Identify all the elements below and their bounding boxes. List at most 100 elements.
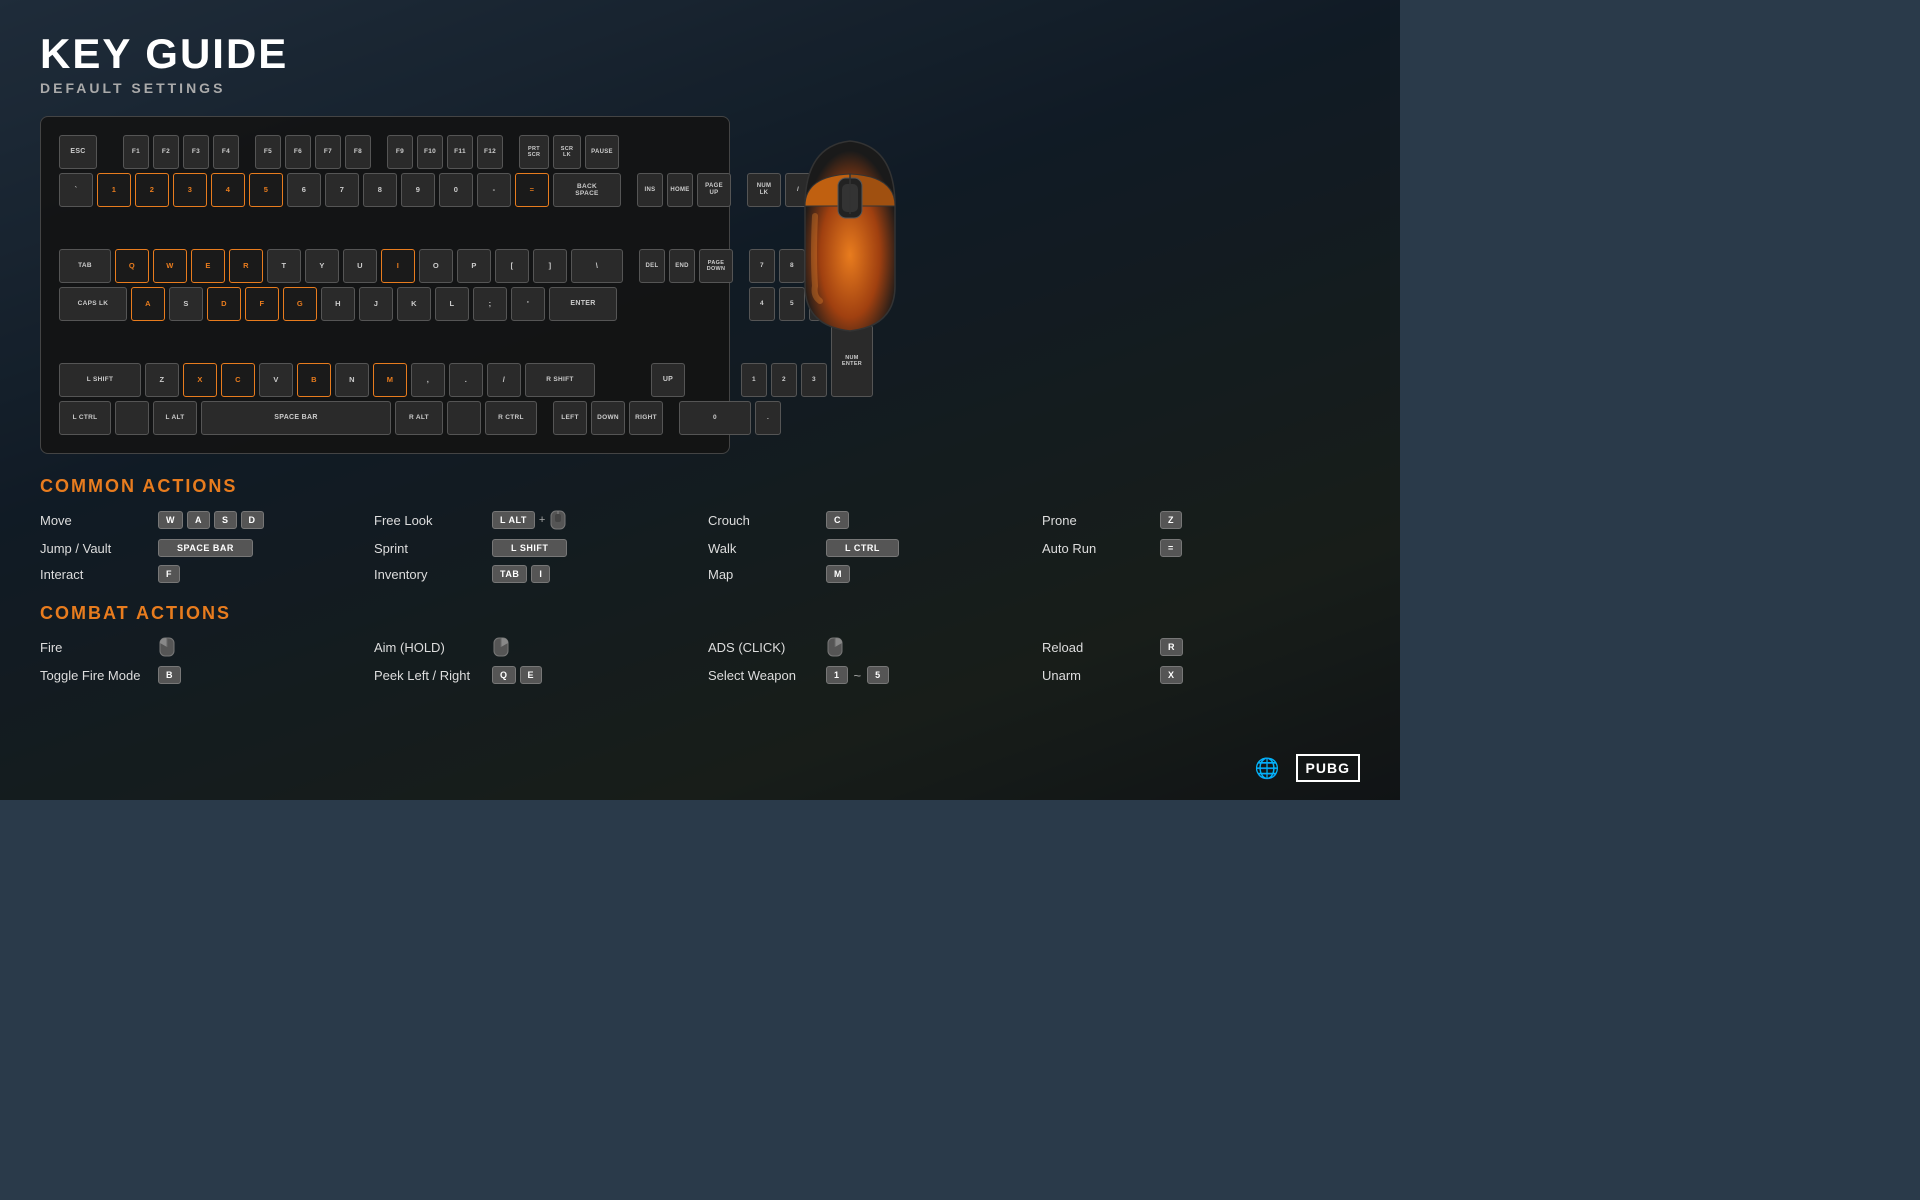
- key-i[interactable]: I: [381, 249, 415, 283]
- key-scrlk[interactable]: SCRLK: [553, 135, 581, 169]
- key-num0[interactable]: 0: [679, 401, 751, 435]
- key-slash[interactable]: /: [487, 363, 521, 397]
- key-5[interactable]: 5: [249, 173, 283, 207]
- key-j[interactable]: J: [359, 287, 393, 321]
- key-f5[interactable]: F5: [255, 135, 281, 169]
- key-k[interactable]: K: [397, 287, 431, 321]
- key-capslk[interactable]: CAPS LK: [59, 287, 127, 321]
- key-f8[interactable]: F8: [345, 135, 371, 169]
- key-numdot[interactable]: .: [755, 401, 781, 435]
- key-home[interactable]: HOME: [667, 173, 693, 207]
- key-equals[interactable]: =: [515, 173, 549, 207]
- key-x[interactable]: X: [183, 363, 217, 397]
- key-lshift[interactable]: L SHIFT: [59, 363, 141, 397]
- key-backspace[interactable]: BACKSPACE: [553, 173, 621, 207]
- key-9[interactable]: 9: [401, 173, 435, 207]
- key-quote[interactable]: ': [511, 287, 545, 321]
- key-semicolon[interactable]: ;: [473, 287, 507, 321]
- key-prtscr[interactable]: PRTSCR: [519, 135, 549, 169]
- key-lbracket[interactable]: [: [495, 249, 529, 283]
- key-up[interactable]: UP: [651, 363, 685, 397]
- key-r[interactable]: R: [229, 249, 263, 283]
- key-0[interactable]: 0: [439, 173, 473, 207]
- key-badge-w: W: [158, 511, 183, 529]
- key-del[interactable]: DEL: [639, 249, 665, 283]
- key-c[interactable]: C: [221, 363, 255, 397]
- key-e[interactable]: E: [191, 249, 225, 283]
- action-walk-keys: L CTRL: [826, 539, 899, 557]
- key-f1[interactable]: F1: [123, 135, 149, 169]
- key-left[interactable]: LEFT: [553, 401, 587, 435]
- key-badge-b: B: [158, 666, 181, 684]
- key-m[interactable]: M: [373, 363, 407, 397]
- key-f3[interactable]: F3: [183, 135, 209, 169]
- key-num2[interactable]: 2: [771, 363, 797, 397]
- key-backslash[interactable]: \: [571, 249, 623, 283]
- key-enter[interactable]: ENTER: [549, 287, 617, 321]
- key-8[interactable]: 8: [363, 173, 397, 207]
- key-num3[interactable]: 3: [801, 363, 827, 397]
- key-f7[interactable]: F7: [315, 135, 341, 169]
- key-pageup[interactable]: PAGEUP: [697, 173, 731, 207]
- key-rbracket[interactable]: ]: [533, 249, 567, 283]
- key-ralt[interactable]: R ALT: [395, 401, 443, 435]
- key-q[interactable]: Q: [115, 249, 149, 283]
- key-num1[interactable]: 1: [741, 363, 767, 397]
- key-pause[interactable]: PAUSE: [585, 135, 619, 169]
- key-down[interactable]: DOWN: [591, 401, 625, 435]
- key-f9[interactable]: F9: [387, 135, 413, 169]
- key-rshift[interactable]: R SHIFT: [525, 363, 595, 397]
- key-esc[interactable]: ESC: [59, 135, 97, 169]
- key-z[interactable]: Z: [145, 363, 179, 397]
- key-2[interactable]: 2: [135, 173, 169, 207]
- key-comma[interactable]: ,: [411, 363, 445, 397]
- key-d[interactable]: D: [207, 287, 241, 321]
- key-6[interactable]: 6: [287, 173, 321, 207]
- key-g[interactable]: G: [283, 287, 317, 321]
- key-f6[interactable]: F6: [285, 135, 311, 169]
- key-3[interactable]: 3: [173, 173, 207, 207]
- key-f4[interactable]: F4: [213, 135, 239, 169]
- key-ins[interactable]: INS: [637, 173, 663, 207]
- key-s[interactable]: S: [169, 287, 203, 321]
- key-right[interactable]: RIGHT: [629, 401, 663, 435]
- key-lctrl[interactable]: L CTRL: [59, 401, 111, 435]
- key-minus[interactable]: -: [477, 173, 511, 207]
- key-f[interactable]: F: [245, 287, 279, 321]
- key-o[interactable]: O: [419, 249, 453, 283]
- key-1[interactable]: 1: [97, 173, 131, 207]
- action-aim-label: Aim (HOLD): [374, 640, 484, 655]
- key-f2[interactable]: F2: [153, 135, 179, 169]
- key-t[interactable]: T: [267, 249, 301, 283]
- key-7[interactable]: 7: [325, 173, 359, 207]
- key-rctrl[interactable]: R CTRL: [485, 401, 537, 435]
- key-badge-lalt: L ALT: [492, 511, 535, 529]
- key-lwin[interactable]: [115, 401, 149, 435]
- key-tab[interactable]: TAB: [59, 249, 111, 283]
- action-weapon-keys: 1 ~ 5: [826, 666, 889, 684]
- action-fire-keys: [158, 636, 176, 658]
- key-period[interactable]: .: [449, 363, 483, 397]
- key-p[interactable]: P: [457, 249, 491, 283]
- key-spacebar[interactable]: SPACE BAR: [201, 401, 391, 435]
- key-y[interactable]: Y: [305, 249, 339, 283]
- key-rwin[interactable]: [447, 401, 481, 435]
- key-a[interactable]: A: [131, 287, 165, 321]
- key-f11[interactable]: F11: [447, 135, 473, 169]
- key-h[interactable]: H: [321, 287, 355, 321]
- key-end[interactable]: END: [669, 249, 695, 283]
- key-w[interactable]: W: [153, 249, 187, 283]
- key-4[interactable]: 4: [211, 173, 245, 207]
- key-l[interactable]: L: [435, 287, 469, 321]
- key-f10[interactable]: F10: [417, 135, 443, 169]
- action-autorun-keys: =: [1160, 539, 1182, 557]
- key-u[interactable]: U: [343, 249, 377, 283]
- key-v[interactable]: V: [259, 363, 293, 397]
- key-pagedown[interactable]: PAGEDOWN: [699, 249, 733, 283]
- key-lalt[interactable]: L ALT: [153, 401, 197, 435]
- key-f12[interactable]: F12: [477, 135, 503, 169]
- key-b[interactable]: B: [297, 363, 331, 397]
- key-backtick[interactable]: `: [59, 173, 93, 207]
- key-n[interactable]: N: [335, 363, 369, 397]
- key-badge-e: E: [520, 666, 543, 684]
